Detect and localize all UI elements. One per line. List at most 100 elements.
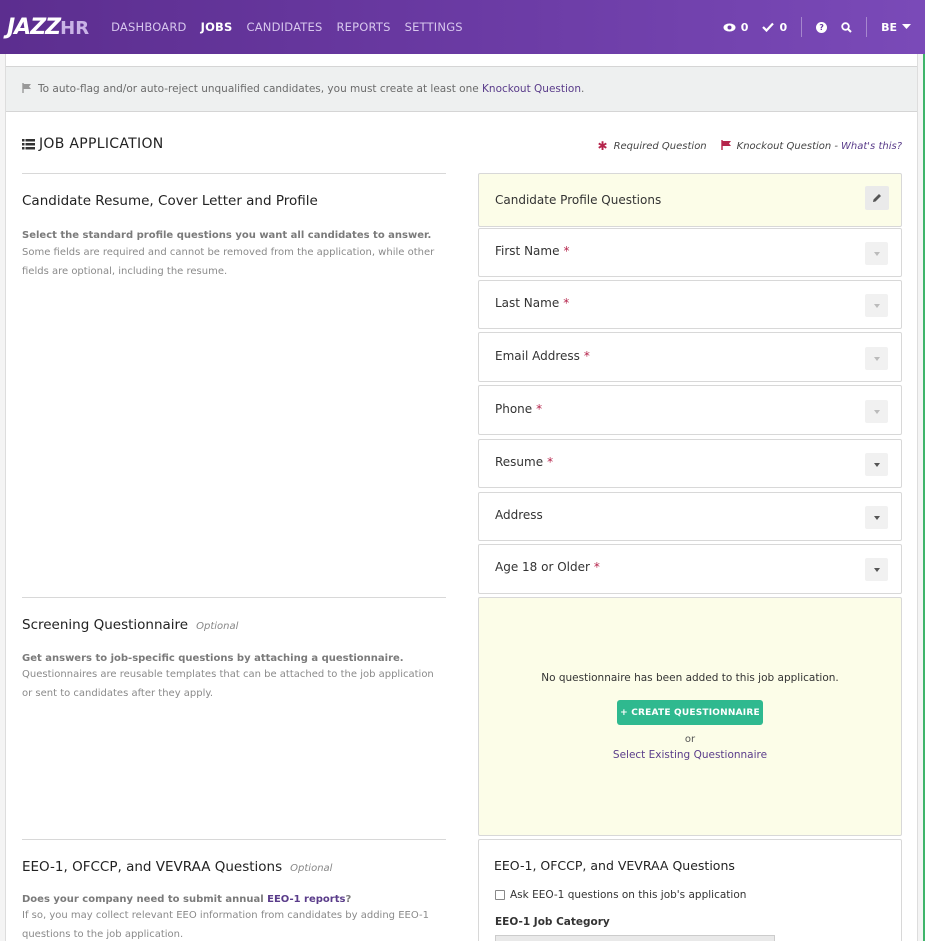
nav-divider-2 <box>866 17 868 37</box>
profile-row-age: Age 18 or Older * <box>478 544 902 594</box>
or-text: or <box>684 734 696 745</box>
required-marker: * <box>547 455 554 469</box>
row-label-text: First Name <box>495 244 560 258</box>
user-menu[interactable]: BE <box>881 21 911 34</box>
nav-jobs[interactable]: JOBS <box>201 20 233 34</box>
nav-links: DASHBOARD JOBS CANDIDATES REPORTS SETTIN… <box>111 20 477 34</box>
screening-section-info: Screening Questionnaire Optional Get answ… <box>22 617 446 703</box>
create-questionnaire-button[interactable]: + CREATE QUESTIONNAIRE <box>617 700 763 725</box>
row-options-button[interactable] <box>865 506 888 529</box>
eeo-checkbox-row: Ask EEO-1 questions on this job's applic… <box>495 889 746 901</box>
page-title-text: JOB APPLICATION <box>39 136 164 152</box>
eeo-bold-suffix: ? <box>345 894 352 905</box>
row-label-text: Phone <box>495 402 533 416</box>
eye-icon <box>723 23 736 31</box>
row-label: Phone * <box>495 402 542 416</box>
row-label: Email Address * <box>495 349 590 363</box>
legend-required: Required Question <box>613 140 707 152</box>
required-marker: * <box>536 402 543 416</box>
eeo-checkbox-label: Ask EEO-1 questions on this job's applic… <box>510 889 747 901</box>
top-navigation: JAZZHR DASHBOARD JOBS CANDIDATES REPORTS… <box>0 0 925 54</box>
row-options-button[interactable] <box>865 558 888 581</box>
eeo-section-text: If so, you may collect relevant EEO info… <box>22 910 429 940</box>
help-icon: ? <box>816 21 828 33</box>
caret-down-icon <box>873 515 880 520</box>
required-marker: * <box>593 560 600 574</box>
search-button[interactable] <box>841 21 852 33</box>
flag-icon <box>22 82 32 96</box>
profile-row-first-name: First Name * <box>478 228 902 277</box>
row-label-text: Resume <box>495 455 544 469</box>
eeo-reports-link[interactable]: EEO-1 reports <box>267 894 345 905</box>
banner-text: To auto-flag and/or auto-reject unqualif… <box>38 83 479 95</box>
required-marker: * <box>563 244 570 258</box>
required-icon: ✱ <box>597 139 608 153</box>
knockout-question-link[interactable]: Knockout Question <box>482 83 581 95</box>
profile-row-resume: Resume * <box>478 439 902 488</box>
nav-dashboard[interactable]: DASHBOARD <box>111 20 187 34</box>
screening-section-title: Screening Questionnaire Optional <box>22 617 446 633</box>
views-count: 0 <box>740 20 749 34</box>
row-label-text: Address <box>495 508 543 522</box>
row-options-button[interactable] <box>865 242 888 265</box>
nav-right: 0 0 ? BE <box>723 0 925 54</box>
profile-section-info: Candidate Resume, Cover Letter and Profi… <box>22 193 446 281</box>
help-button[interactable]: ? <box>816 21 828 33</box>
user-initials: BE <box>881 20 897 34</box>
knockout-banner: To auto-flag and/or auto-reject unqualif… <box>6 66 917 112</box>
profile-section-title: Candidate Resume, Cover Letter and Profi… <box>22 193 318 209</box>
list-icon <box>22 138 35 149</box>
row-options-button[interactable] <box>865 453 888 476</box>
eeo-card-title: EEO-1, OFCCP, and VEVRAA Questions <box>494 858 735 873</box>
pencil-icon <box>873 194 881 202</box>
nav-settings[interactable]: SETTINGS <box>405 20 463 34</box>
search-icon <box>841 21 852 33</box>
screening-section-text: Questionnaires are reusable templates th… <box>22 669 434 699</box>
screening-title-text: Screening Questionnaire <box>22 617 189 633</box>
knockout-flag-icon <box>720 139 732 153</box>
eeo-title-text: EEO-1, OFCCP, and VEVRAA Questions <box>22 859 283 875</box>
divider <box>22 839 446 840</box>
checks-count: 0 <box>779 20 788 34</box>
eeo-job-category-select[interactable] <box>495 935 775 941</box>
row-options-button[interactable] <box>865 347 888 370</box>
select-existing-questionnaire-link[interactable]: Select Existing Questionnaire <box>478 749 902 761</box>
caret-down-icon <box>873 462 880 467</box>
caret-down-icon <box>873 303 880 308</box>
profile-section-text: Some fields are required and cannot be r… <box>22 247 435 277</box>
row-label: Age 18 or Older * <box>495 560 600 574</box>
legend-knockout: Knockout Question - <box>736 140 839 152</box>
row-label-text: Last Name <box>495 296 560 310</box>
required-marker: * <box>563 296 570 310</box>
row-label: Resume * <box>495 455 553 469</box>
eeo-checkbox[interactable] <box>495 890 505 900</box>
divider <box>22 597 446 598</box>
check-icon <box>762 22 775 32</box>
eeo-section-title: EEO-1, OFCCP, and VEVRAA Questions Option… <box>22 859 446 875</box>
row-label: Last Name * <box>495 296 569 310</box>
profile-row-email: Email Address * <box>478 332 902 382</box>
jazzhr-logo[interactable]: JAZZHR <box>7 15 89 40</box>
eeo-section-bold: Does your company need to submit annual … <box>22 894 446 905</box>
screening-section-bold: Get answers to job-specific questions by… <box>22 653 404 664</box>
optional-tag: Optional <box>290 863 333 874</box>
required-marker: * <box>583 349 590 363</box>
row-label: Address <box>495 508 547 522</box>
edit-profile-button[interactable] <box>865 186 889 210</box>
caret-down-icon <box>873 251 880 256</box>
nav-reports[interactable]: REPORTS <box>336 20 390 34</box>
row-options-button[interactable] <box>865 294 888 317</box>
caret-down-icon <box>873 567 880 572</box>
row-options-button[interactable] <box>865 400 888 423</box>
caret-down-icon <box>873 356 880 361</box>
nav-divider <box>801 17 803 37</box>
whats-this-link[interactable]: What's this? <box>841 141 902 152</box>
views-indicator[interactable]: 0 <box>723 20 749 34</box>
checks-indicator[interactable]: 0 <box>762 21 787 34</box>
nav-candidates[interactable]: CANDIDATES <box>247 20 323 34</box>
no-questionnaire-text: No questionnaire has been added to this … <box>541 672 839 684</box>
profile-row-phone: Phone * <box>478 385 902 435</box>
profile-card-title: Candidate Profile Questions <box>495 193 662 207</box>
question-legend: ✱ Required Question Knockout Question - … <box>598 139 903 153</box>
profile-section-bold: Select the standard profile questions yo… <box>22 230 432 241</box>
